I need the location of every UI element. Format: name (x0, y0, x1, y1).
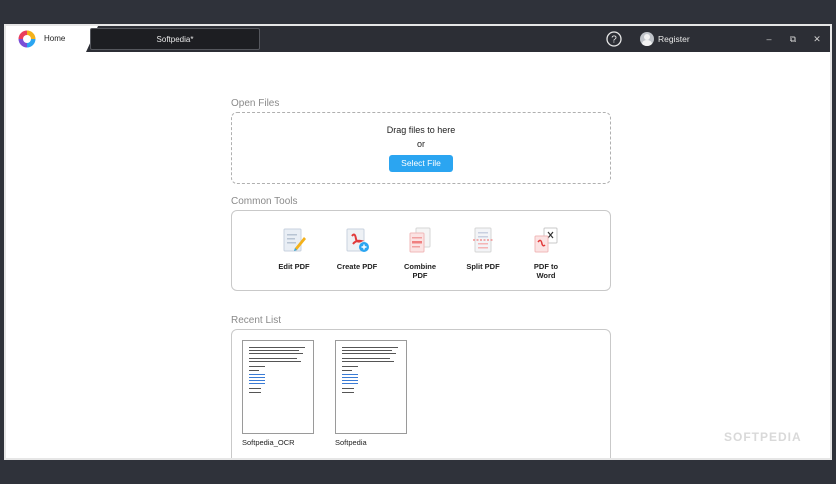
tab-home-label: Home (44, 34, 66, 43)
recent-file-name[interactable]: Softpedia_OCR (242, 438, 295, 447)
recent-list-panel: Softpedia_OCR Softpedia (231, 329, 611, 458)
common-tools-panel: Edit PDF Create PDF Combine PDF Split PD… (231, 210, 611, 291)
tool-label: Create PDF (336, 262, 378, 271)
tool-pdf-to-word[interactable]: PDF to Word (516, 211, 576, 291)
common-tools-heading: Common Tools (231, 196, 298, 207)
tool-label: PDF to Word (533, 262, 559, 280)
register-link[interactable]: Register (658, 34, 690, 44)
tool-label: Edit PDF (278, 262, 310, 271)
svg-text:?: ? (611, 35, 617, 46)
pdf-to-word-icon (534, 227, 558, 253)
open-files-heading: Open Files (231, 98, 280, 109)
tool-create-pdf[interactable]: Create PDF (327, 211, 387, 291)
tab-home[interactable]: Home (6, 26, 98, 52)
drag-files-text: Drag files to here (386, 125, 456, 135)
file-drop-zone[interactable]: Drag files to here or Select File (231, 112, 611, 184)
tab-document-label: Softpedia* (156, 35, 194, 44)
tool-split-pdf[interactable]: Split PDF (453, 211, 513, 291)
avatar-icon[interactable] (640, 32, 654, 46)
tool-label: Split PDF (466, 262, 500, 271)
select-file-button[interactable]: Select File (389, 155, 453, 172)
help-icon[interactable]: ? (606, 31, 622, 47)
softpedia-watermark: SOFTPEDIA (724, 430, 802, 444)
app-window: Home Softpedia* ? Register – ⧉ ✕ Open Fi… (4, 24, 832, 460)
edit-pdf-icon (283, 228, 306, 252)
tab-document[interactable]: Softpedia* (90, 28, 260, 50)
maximize-button[interactable]: ⧉ (784, 30, 802, 48)
app-logo-icon (18, 30, 36, 48)
title-bar: Home Softpedia* ? Register – ⧉ ✕ (6, 26, 830, 52)
minimize-button[interactable]: – (760, 30, 778, 48)
recent-file-thumbnail[interactable] (242, 340, 314, 434)
recent-file-thumbnail[interactable] (335, 340, 407, 434)
tool-edit-pdf[interactable]: Edit PDF (264, 211, 324, 291)
tool-combine-pdf[interactable]: Combine PDF (390, 211, 450, 291)
split-pdf-icon (473, 227, 493, 253)
recent-list-heading: Recent List (231, 315, 282, 326)
create-pdf-icon (346, 228, 369, 252)
close-button[interactable]: ✕ (808, 30, 826, 48)
or-text: or (416, 139, 425, 149)
combine-pdf-icon (409, 227, 431, 253)
recent-file-name[interactable]: Softpedia (335, 438, 367, 447)
tool-label: Combine PDF (403, 262, 437, 280)
